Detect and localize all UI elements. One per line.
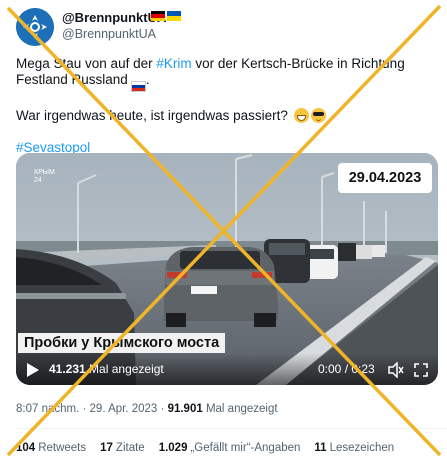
- volume-muted-icon[interactable]: [388, 362, 404, 378]
- play-icon[interactable]: [26, 362, 40, 378]
- video-caption: Пробки у Крымского моста: [18, 333, 226, 353]
- hashtag-krim-link[interactable]: #Krim: [156, 56, 191, 71]
- tweet-question-text: War irgendwas heute, ist irgendwas passi…: [16, 108, 288, 123]
- ukraine-flag-icon: [167, 11, 181, 21]
- tweet-question: War irgendwas heute, ist irgendwas passi…: [16, 108, 426, 124]
- stat-value: 1.029: [158, 442, 188, 454]
- channel-logo: КРЫМ 24: [34, 169, 55, 185]
- tweet-views-label: Mal angezeigt: [202, 403, 278, 415]
- video-view-count: 41.231 Mal angezeigt: [49, 362, 164, 376]
- channel-logo-line: КРЫМ: [34, 169, 55, 176]
- stat-quotes[interactable]: 17 Zitate: [100, 442, 145, 454]
- stat-value: 104: [16, 442, 36, 454]
- sunglasses-face-icon: [310, 108, 326, 123]
- tweet-text-part: vor der Kertsch-Brücke in Richtung: [191, 56, 405, 71]
- video-controls: 41.231 Mal angezeigt 0:00 / 0:23: [16, 353, 438, 385]
- tweet-text-part: Festland Russland: [16, 72, 128, 87]
- russia-flag-icon: [130, 81, 146, 92]
- stat-likes[interactable]: 1.029 „Gefällt mir“-Angaben: [159, 442, 301, 454]
- tweet-line-1: Mega Stau von auf der #Krim vor der Kert…: [16, 56, 426, 72]
- avatar[interactable]: [16, 8, 54, 46]
- video-view-count-value: 41.231: [49, 362, 86, 376]
- fullscreen-icon[interactable]: [414, 363, 428, 377]
- meta-separator: ·: [79, 403, 90, 415]
- video-time: 0:00 / 0:23: [318, 362, 375, 376]
- video-player[interactable]: КРЫМ 24 29.04.2023 Пробки у Крымского мо…: [16, 153, 438, 385]
- tweet-text: Mega Stau von auf der #Krim vor der Kert…: [16, 56, 426, 156]
- meta-separator: ·: [157, 403, 168, 415]
- stat-bookmarks[interactable]: 11 Lesezeichen: [314, 442, 394, 454]
- video-view-count-label: Mal angezeigt: [89, 362, 164, 376]
- video-date-overlay: 29.04.2023: [338, 163, 432, 193]
- tweet-time[interactable]: 8:07 nachm.: [16, 403, 79, 415]
- author-handle[interactable]: @BrennpunktUA: [62, 27, 156, 41]
- channel-logo-line: 24: [34, 177, 42, 184]
- tweet-date[interactable]: 29. Apr. 2023: [90, 403, 158, 415]
- tweet-meta: 8:07 nachm. · 29. Apr. 2023 · 91.901 Mal…: [16, 403, 278, 415]
- stat-value: 17: [100, 442, 113, 454]
- divider: [16, 428, 447, 429]
- stat-label: „Gefällt mir“-Angaben: [190, 442, 301, 454]
- stat-value: 11: [314, 442, 327, 454]
- tweet-line-2: Festland Russland.: [16, 72, 426, 92]
- tweet-text-part: Mega Stau von auf der: [16, 56, 157, 71]
- stat-label: Retweets: [38, 442, 87, 454]
- stat-label: Zitate: [115, 442, 145, 454]
- grinning-face-icon: [293, 108, 309, 123]
- engagement-stats: 104 Retweets 17 Zitate 1.029 „Gefällt mir“-…: [16, 442, 408, 454]
- germany-flag-icon: [151, 11, 165, 21]
- stat-retweets[interactable]: 104 Retweets: [16, 442, 86, 454]
- stat-label: Lesezeichen: [329, 442, 395, 454]
- tweet-views-count: 91.901: [167, 403, 203, 415]
- author-flags: [151, 11, 181, 21]
- brennpunkt-logo-icon: [16, 8, 54, 46]
